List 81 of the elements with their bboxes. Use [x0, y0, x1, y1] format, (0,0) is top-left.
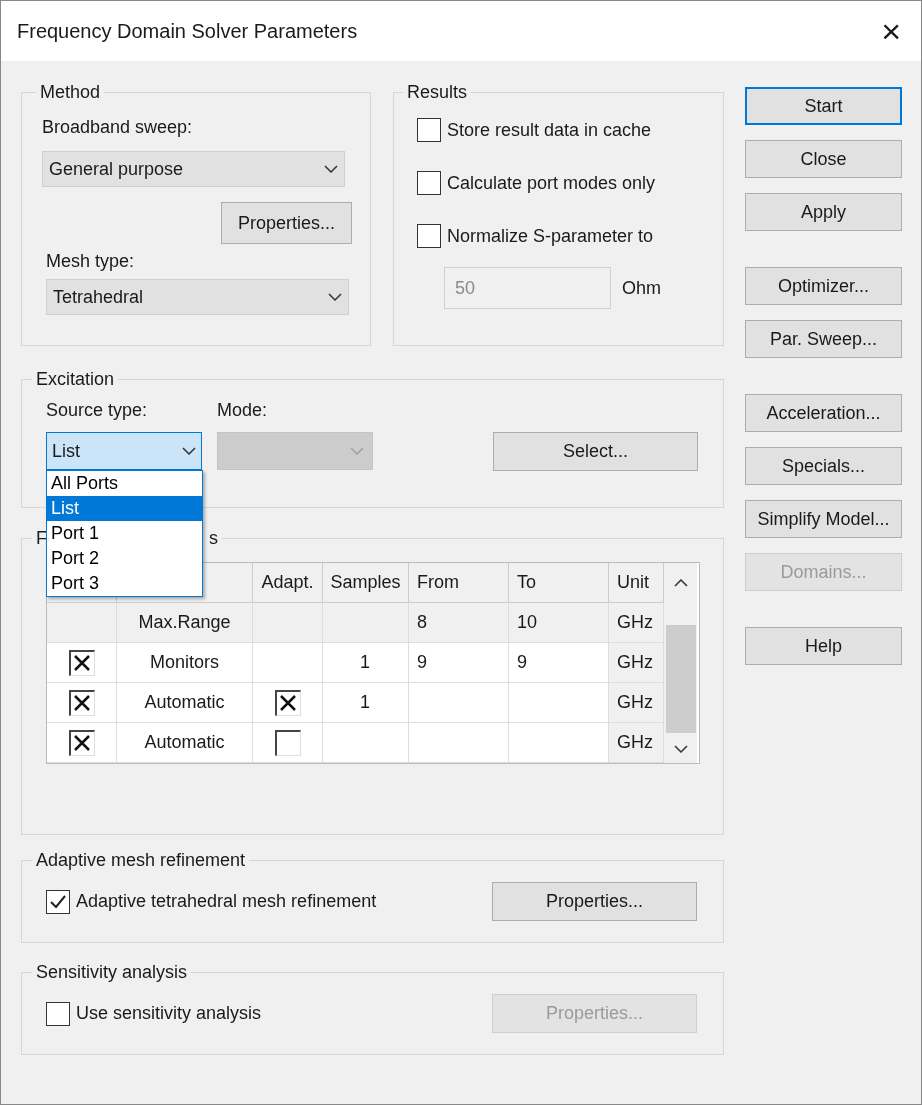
chevron-down-icon	[328, 293, 342, 301]
checkbox-label: Normalize S-parameter to	[447, 224, 654, 248]
table-cell: Max.Range	[117, 603, 253, 643]
table-cell: Monitors	[117, 643, 253, 683]
table-cell: 1	[323, 643, 409, 683]
dialog-button[interactable]: Start	[745, 87, 902, 125]
table-cell: 8	[409, 603, 509, 643]
table-cell: GHz	[609, 683, 664, 723]
x-mark-icon	[73, 734, 91, 752]
column-header: Unit	[609, 563, 664, 603]
checkbox[interactable]	[68, 649, 95, 676]
dialog-button[interactable]: Close	[745, 140, 902, 178]
table-cell: 9	[409, 643, 509, 683]
dropdown[interactable]: General purpose	[42, 151, 345, 187]
field-label: Source type:	[46, 399, 149, 422]
group-title: F	[36, 527, 47, 550]
x-mark-icon	[73, 654, 91, 672]
column-header: From	[409, 563, 509, 603]
group-title: Method	[39, 81, 102, 104]
field-label: Broadband sweep:	[42, 116, 194, 139]
x-mark-icon	[279, 694, 297, 712]
dropdown-option[interactable]: All Ports	[47, 471, 202, 496]
dialog-button[interactable]: Help	[745, 627, 902, 665]
dropdown[interactable]: Tetrahedral	[46, 279, 349, 315]
dialog-button[interactable]: Par. Sweep...	[745, 320, 902, 358]
table-cell: 10	[509, 603, 609, 643]
dialog-button[interactable]: Acceleration...	[745, 394, 902, 432]
checkbox-label: Use sensitivity analysis	[76, 1002, 262, 1025]
checkbox[interactable]	[417, 118, 441, 142]
checkbox[interactable]	[274, 689, 301, 716]
chevron-down-icon	[324, 165, 338, 173]
dialog-button[interactable]: Specials...	[745, 447, 902, 485]
table-cell: GHz	[609, 723, 664, 763]
field-label: Mesh type:	[46, 250, 136, 273]
checkbox[interactable]	[417, 171, 441, 195]
dropdown-option[interactable]: Port 2	[47, 546, 202, 571]
checkbox[interactable]	[417, 224, 441, 248]
table-cell: Automatic	[117, 683, 253, 723]
dialog-button[interactable]: Optimizer...	[745, 267, 902, 305]
properties-button[interactable]: Properties...	[492, 882, 697, 921]
field-label: Mode:	[217, 399, 269, 422]
chevron-down-icon	[182, 447, 196, 455]
table-cell: GHz	[609, 643, 664, 683]
select-button[interactable]: Select...	[493, 432, 698, 471]
group-title: Results	[406, 81, 469, 104]
chevron-down-icon	[673, 745, 688, 753]
group-title: s	[209, 527, 218, 550]
group-title: Adaptive mesh refinement	[35, 849, 247, 872]
column-header: Samples	[323, 563, 409, 603]
dropdown-option[interactable]: List	[47, 496, 202, 521]
checkbox[interactable]	[46, 1001, 70, 1026]
x-mark-icon	[73, 694, 91, 712]
checkbox[interactable]	[274, 729, 301, 756]
table-cell: Automatic	[117, 723, 253, 763]
dropdown-option[interactable]: Port 1	[47, 521, 202, 546]
checkbox[interactable]	[46, 889, 70, 914]
checkbox-label: Adaptive tetrahedral mesh refinement	[76, 890, 377, 913]
window-title: Frequency Domain Solver Parameters	[17, 19, 358, 44]
column-header: To	[509, 563, 609, 603]
close-button[interactable]: ×	[881, 14, 901, 48]
table-cell	[253, 603, 323, 643]
checkbox-label: Store result data in cache	[447, 118, 652, 142]
dialog-button[interactable]: Apply	[745, 193, 902, 231]
checkmark-icon	[49, 893, 67, 910]
checkbox-label: Calculate port modes only	[447, 171, 656, 195]
group-title: Excitation	[35, 368, 116, 391]
dialog-button[interactable]: Simplify Model...	[745, 500, 902, 538]
table-cell: 1	[323, 683, 409, 723]
unit-label: Ohm	[622, 276, 661, 300]
table-cell: 9	[509, 643, 609, 683]
chevron-up-icon	[673, 579, 688, 587]
dropdown-option[interactable]: Port 3	[47, 571, 202, 596]
group-title: Sensitivity analysis	[35, 961, 189, 984]
table-cell: GHz	[609, 603, 664, 643]
checkbox[interactable]	[68, 729, 95, 756]
column-header: Adapt.	[253, 563, 323, 603]
chevron-down-icon	[350, 447, 364, 455]
properties-button[interactable]: Properties...	[221, 202, 352, 244]
checkbox[interactable]	[68, 689, 95, 716]
dropdown[interactable]: List	[46, 432, 202, 470]
scrollbar[interactable]	[664, 563, 697, 763]
